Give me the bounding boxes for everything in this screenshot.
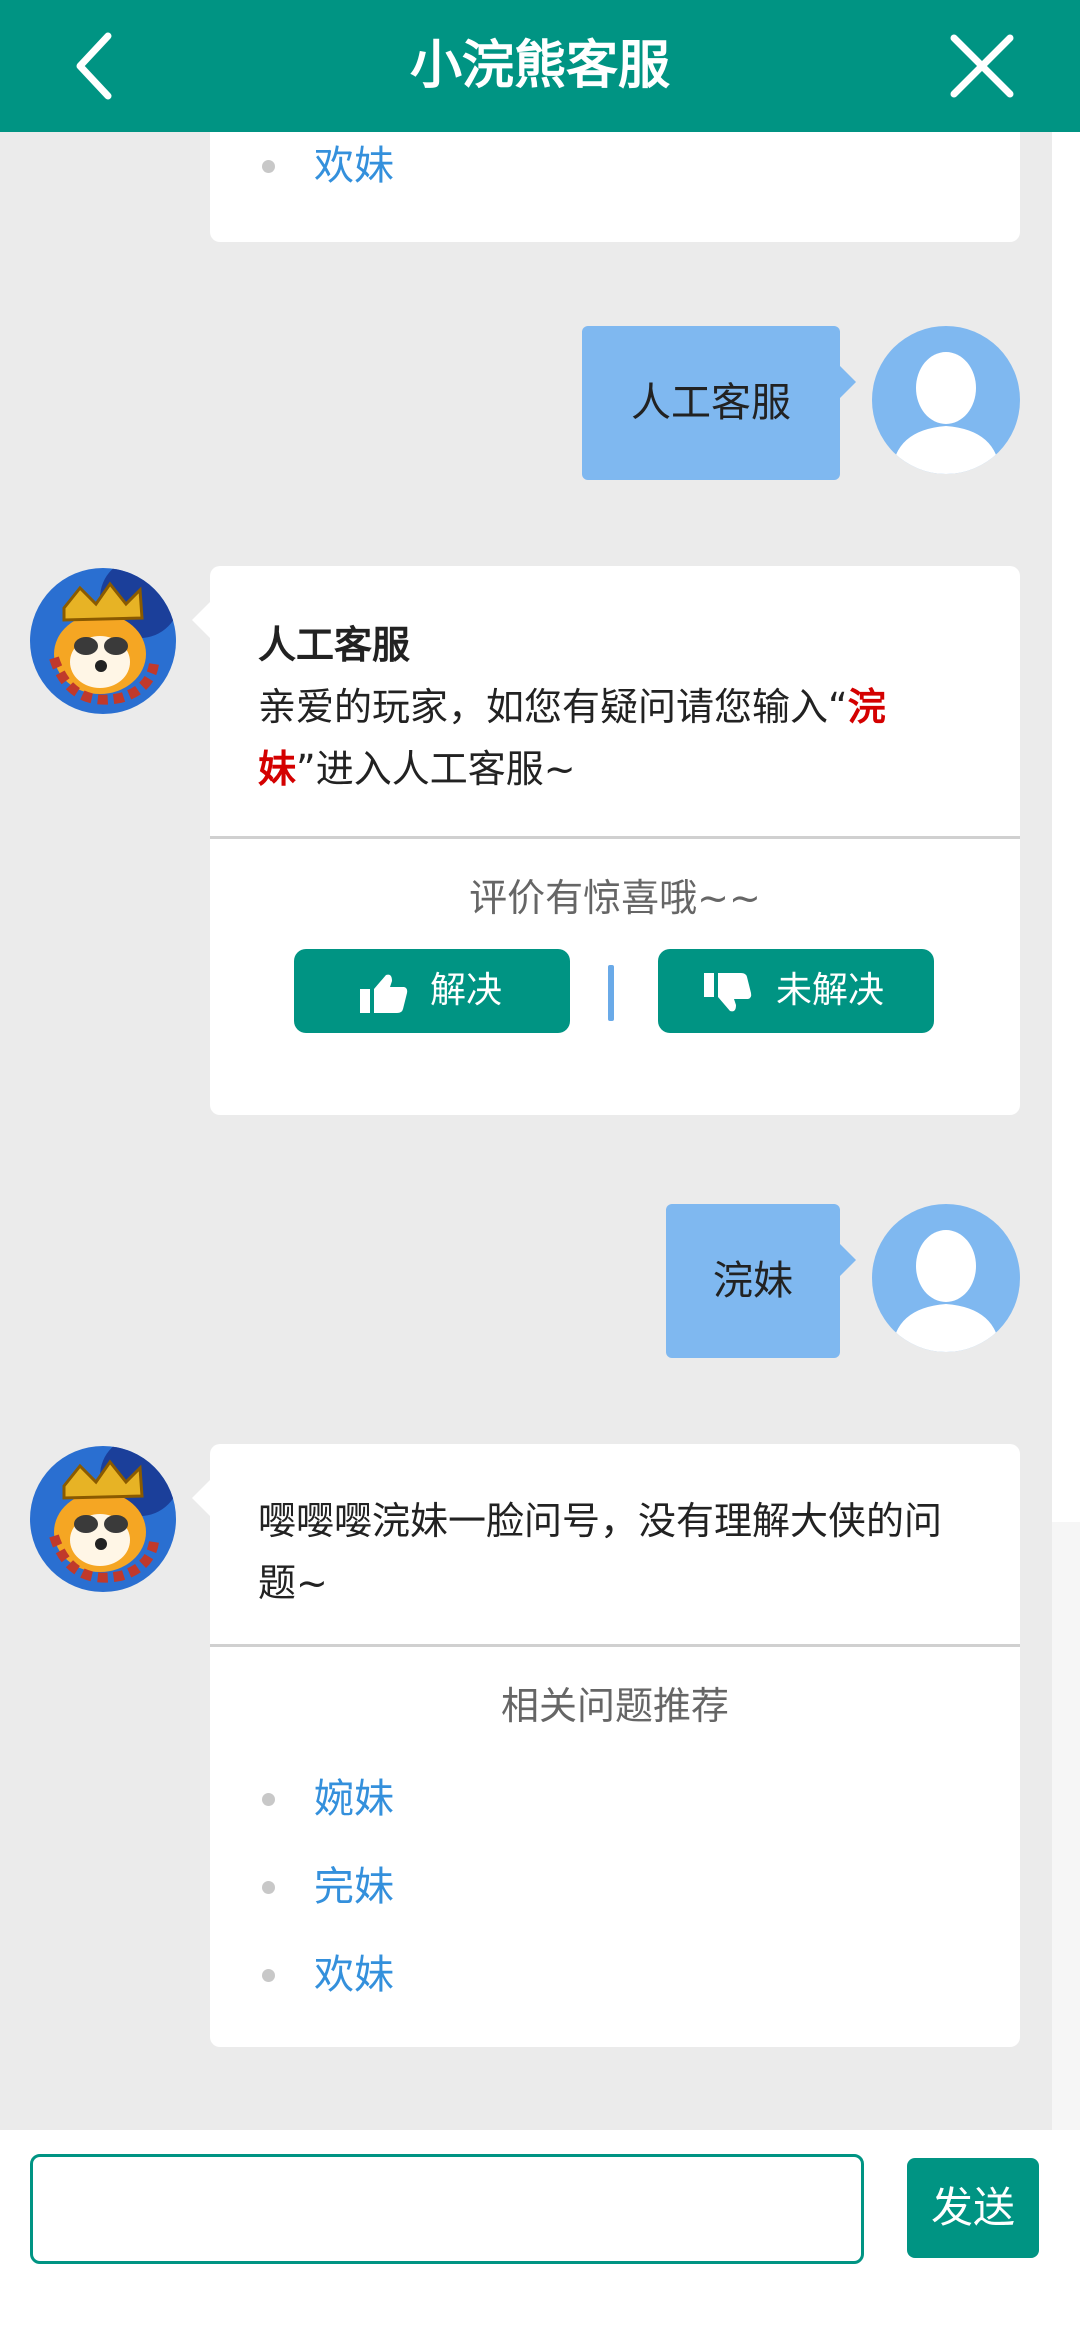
bot-message-card: 嘤嘤嘤浣妹一脸问号，没有理解大侠的问题~ 相关问题推荐 婉妹 完妹 欢妹	[192, 1444, 1020, 2047]
close-icon[interactable]	[944, 28, 1020, 104]
raccoon-avatar-icon	[30, 568, 176, 714]
composer-bar: 发送	[0, 2130, 1080, 2340]
related-question-link[interactable]: 婉妹	[258, 1755, 1020, 1843]
evaluation-title: 评价有惊喜哦~~	[469, 876, 761, 920]
unsolved-label: 未解决	[776, 970, 885, 1011]
chat-area[interactable]: 欢妹 人工客服 人工客服 亲爱的玩家，如您有疑问请您输入“浣妹”进入人工客服~	[0, 132, 1052, 2130]
bot-text-part: 亲爱的玩家，如您有疑问请您输入“	[258, 685, 848, 729]
related-question-link[interactable]: 欢妹	[258, 132, 1020, 210]
scrollbar[interactable]	[1052, 132, 1080, 2130]
related-question-link[interactable]: 欢妹	[258, 1931, 1020, 2019]
solved-button[interactable]: 解决	[294, 949, 570, 1033]
user-message-bubble: 人工客服	[582, 326, 856, 480]
user-silhouette-icon	[892, 352, 1000, 474]
solved-label: 解决	[430, 970, 503, 1011]
user-message-text: 浣妹	[713, 1258, 793, 1304]
evaluation-buttons: 解决 未解决	[210, 923, 1020, 1077]
thumbs-down-icon	[704, 973, 752, 1012]
related-questions-list: 婉妹 完妹 欢妹	[210, 1731, 1020, 2047]
user-avatar	[872, 1204, 1020, 1352]
message-input[interactable]	[30, 2154, 864, 2264]
button-separator	[608, 965, 614, 1021]
user-message-text: 人工客服	[631, 380, 791, 426]
bot-message-card: 欢妹	[210, 132, 1020, 242]
bot-avatar	[30, 568, 176, 714]
user-silhouette-icon	[892, 1230, 1000, 1352]
related-question-link[interactable]: 完妹	[258, 1843, 1020, 1931]
bot-message-text: 嘤嘤嘤浣妹一脸问号，没有理解大侠的问题~	[258, 1499, 943, 1605]
raccoon-avatar-icon	[30, 1446, 176, 1592]
thumbs-up-icon	[360, 974, 408, 1013]
bot-message-text: 亲爱的玩家，如您有疑问请您输入“浣妹”进入人工客服~	[258, 676, 972, 800]
user-avatar	[872, 326, 1020, 474]
bot-message-title: 人工客服	[258, 623, 411, 667]
bot-text-part: ”进入人工客服~	[296, 747, 576, 791]
bot-message-card: 人工客服 亲爱的玩家，如您有疑问请您输入“浣妹”进入人工客服~ 评价有惊喜哦~~…	[192, 566, 1020, 1115]
top-bar: 小浣熊客服	[0, 0, 1080, 132]
page-title: 小浣熊客服	[409, 36, 670, 96]
unsolved-button[interactable]: 未解决	[658, 949, 934, 1033]
scrollbar-thumb[interactable]	[1052, 132, 1080, 1522]
bot-avatar	[30, 1446, 176, 1592]
related-questions-title: 相关问题推荐	[500, 1684, 729, 1728]
user-message-bubble: 浣妹	[666, 1204, 856, 1358]
send-button[interactable]: 发送	[907, 2158, 1039, 2258]
